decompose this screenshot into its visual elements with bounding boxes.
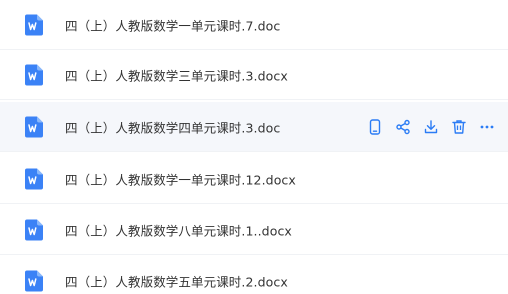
file-row[interactable]: 四（上）人教版数学八单元课时.1..docx — [0, 205, 508, 255]
word-doc-icon — [25, 219, 43, 240]
word-doc-icon — [25, 270, 43, 291]
file-name[interactable]: 四（上）人教版数学三单元课时.3.docx — [65, 65, 288, 84]
file-row[interactable]: 四（上）人教版数学一单元课时.12.docx — [0, 154, 508, 204]
row-actions — [366, 117, 506, 137]
download-icon[interactable] — [422, 118, 440, 136]
file-name[interactable]: 四（上）人教版数学一单元课时.12.docx — [65, 169, 296, 188]
word-doc-icon — [25, 64, 43, 85]
file-name[interactable]: 四（上）人教版数学八单元课时.1..docx — [65, 220, 292, 239]
file-row[interactable]: 四（上）人教版数学三单元课时.3.docx — [0, 50, 508, 100]
mobile-icon[interactable] — [366, 118, 384, 136]
file-name[interactable]: 四（上）人教版数学四单元课时.3.doc — [65, 117, 280, 136]
word-doc-icon — [25, 14, 43, 35]
file-row[interactable]: 四（上）人教版数学一单元课时.7.doc — [0, 0, 508, 50]
word-doc-icon — [25, 116, 43, 137]
word-doc-icon — [25, 168, 43, 189]
file-name[interactable]: 四（上）人教版数学一单元课时.7.doc — [65, 15, 280, 34]
file-row-hovered[interactable]: 四（上）人教版数学四单元课时.3.doc — [0, 102, 508, 152]
file-row[interactable]: 四（上）人教版数学五单元课时.2.docx — [0, 256, 508, 294]
file-name[interactable]: 四（上）人教版数学五单元课时.2.docx — [65, 271, 288, 290]
delete-icon[interactable] — [450, 118, 468, 136]
file-list: 四（上）人教版数学一单元课时.7.doc 四（上）人教版数学三单元课时.3.do… — [0, 0, 508, 294]
more-icon[interactable] — [478, 118, 496, 136]
share-icon[interactable] — [394, 118, 412, 136]
